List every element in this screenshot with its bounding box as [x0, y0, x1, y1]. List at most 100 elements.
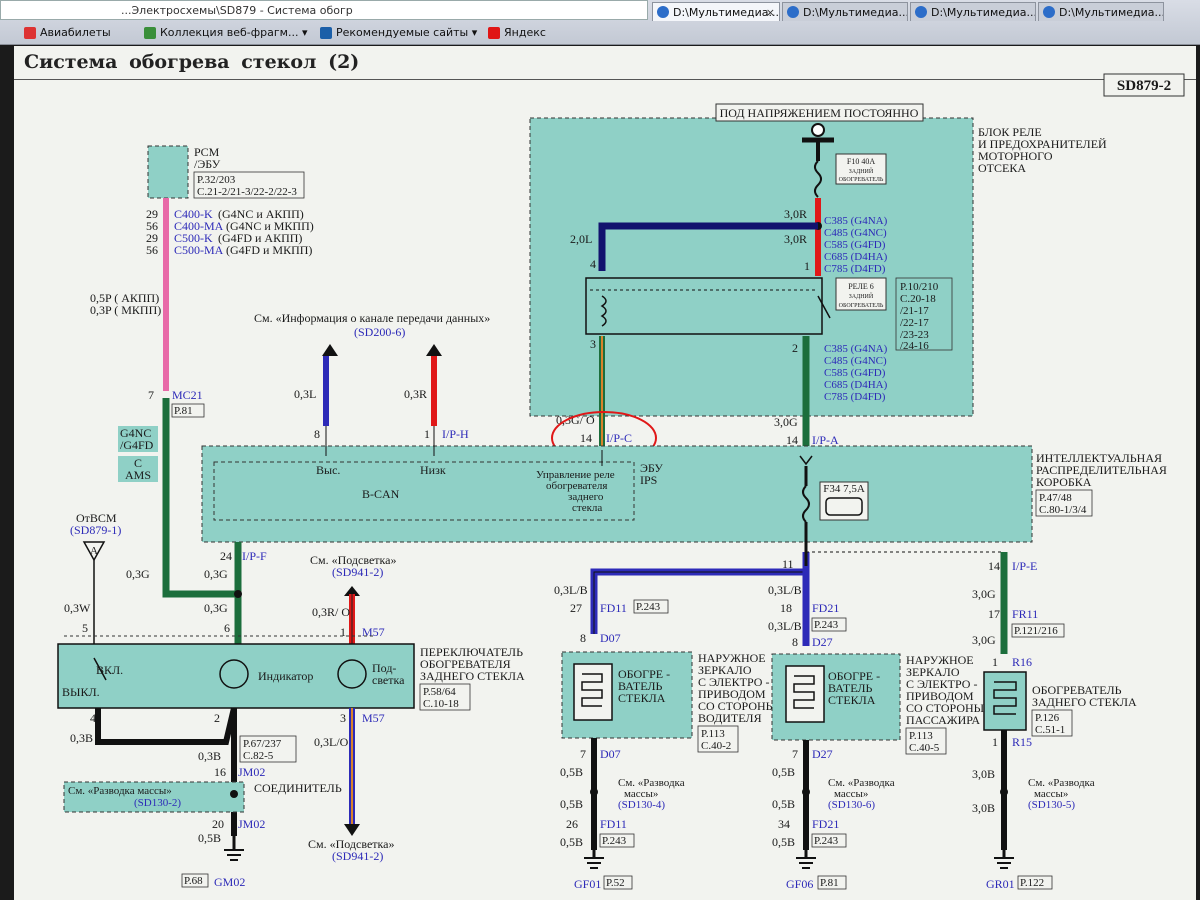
tab-3[interactable]: D:\Мультимедиа...	[910, 2, 1036, 21]
conn-top-2: C485 (G4NC)	[824, 227, 887, 239]
pass-d27: D27	[812, 635, 833, 649]
driver-ref-1: P.243	[636, 601, 661, 613]
gm02-label: GM02	[214, 875, 245, 889]
close-icon[interactable]: ×	[766, 3, 775, 21]
favorite-recommended[interactable]: Рекомендуемые сайты ▾	[318, 22, 477, 44]
relay-pin-1: 1	[804, 259, 810, 273]
pcm-label-2: /ЭБУ	[194, 157, 221, 171]
relay-block-area	[529, 117, 974, 417]
ground-gr01-icon	[994, 857, 1014, 869]
favorite-aviabilety[interactable]: Авиабилеты	[22, 22, 111, 44]
relay-block-title-4: ОТСЕКА	[978, 161, 1026, 175]
pcm-module	[147, 145, 189, 199]
browser-chrome: ...Электросхемы\SD879 - Система обогр D:…	[0, 0, 1200, 45]
rear-r16: R16	[1012, 655, 1032, 669]
pass-pin-7: 7	[792, 747, 798, 761]
can-pin-1: 1	[424, 427, 430, 441]
driver-ref-2: P.243	[602, 835, 627, 847]
favorite-label: Рекомендуемые сайты	[336, 26, 469, 39]
ie-icon	[787, 6, 799, 18]
jm02-ref-2: C.82-5	[243, 750, 274, 762]
tab-4[interactable]: D:\Мультимедиа...	[1038, 2, 1164, 21]
ground-gm02-icon	[224, 849, 244, 861]
pass-heater-3: СТЕКЛА	[828, 693, 876, 707]
driver-d07: D07	[600, 631, 621, 645]
switch-backlight-2: светка	[372, 673, 405, 687]
pass-fd21b: FD21	[812, 817, 839, 831]
tab-1[interactable]: D:\Мультимедиа... ×	[652, 2, 780, 21]
rear-ip-e: I/P-E	[1012, 559, 1037, 573]
jm02-ground-see: См. «Разводка массы»	[68, 785, 172, 797]
jm02-pin-16: 16	[214, 765, 226, 779]
variant-4: AMS	[125, 468, 151, 482]
tab-label: D:\Мультимедиа...	[803, 6, 908, 19]
wire-0-3g-o-label: 0,3G/ O	[556, 413, 595, 427]
pass-ref-b: C.40-5	[909, 742, 940, 754]
switch-pin-6: 6	[224, 621, 230, 635]
plane-icon	[24, 27, 36, 39]
rear-pin-1: 1	[992, 655, 998, 669]
backlight-top-conn: M57	[362, 625, 385, 639]
tab-label: D:\Мультимедиа...	[673, 6, 780, 19]
favorite-yandex[interactable]: Яндекс	[486, 22, 546, 44]
pass-wire-05c: 0,5B	[772, 835, 795, 849]
address-bar[interactable]: ...Электросхемы\SD879 - Система обогр	[0, 0, 648, 20]
driver-wire-05b: 0,5B	[560, 797, 583, 811]
driver-wire-1: 0,3L/B	[554, 583, 588, 597]
ecu-pin-14b: 14	[786, 433, 798, 447]
jm02-conn-20: JM02	[238, 817, 265, 831]
ecu-control-4: стекла	[572, 502, 602, 514]
relay-6-label: РЕЛЕ 6	[848, 282, 874, 291]
backlight-top-ref: (SD941-2)	[332, 565, 383, 579]
pass-ref-a: P.113	[909, 730, 933, 742]
schematic-page: Система обогрева стекол (2) SD879-2 ПОД …	[14, 46, 1196, 900]
variant-2: /G4FD	[120, 438, 154, 452]
can-wire-l: 0,3L	[294, 387, 316, 401]
bcm-pin: 5	[82, 621, 88, 635]
favorite-web-slices[interactable]: Коллекция веб-фрагм... ▾	[142, 22, 308, 44]
driver-d07b: D07	[600, 747, 621, 761]
pcm-conn-4: C500-MA	[174, 243, 224, 257]
wire-2-0l-label: 2,0L	[570, 232, 592, 246]
rear-title-2: ЗАДНЕГО СТЕКЛА	[1032, 695, 1137, 709]
pass-fd21: FD21	[812, 601, 839, 615]
switch-indicator: Индикатор	[258, 669, 313, 683]
jm02-joint-label: СОЕДИНИТЕЛЬ	[254, 781, 342, 795]
jm02-pin-20: 20	[212, 817, 224, 831]
pass-wire-2: 0,3L/B	[768, 619, 802, 633]
conn-top-1: C385 (G4NA)	[824, 215, 888, 227]
rear-ground-ref: (SD130-5)	[1028, 799, 1075, 811]
relay-ref-2: C.20-18	[900, 293, 936, 305]
fuse-f34-label: F34 7,5A	[823, 483, 865, 495]
pass-pin-18: 18	[780, 601, 792, 615]
favorite-label: Коллекция веб-фрагм...	[160, 26, 299, 39]
gf06-label: GF06	[786, 877, 813, 891]
constant-power-label: ПОД НАПРЯЖЕНИЕМ ПОСТОЯННО	[720, 106, 919, 120]
gf06-ref: P.81	[820, 877, 839, 889]
pass-ref-1: P.243	[814, 619, 839, 631]
conn-top-5: C785 (D4FD)	[824, 263, 886, 275]
rear-ref-1: P.121/216	[1014, 625, 1058, 637]
bcm-letter: A	[90, 545, 98, 557]
switch-ref-1: P.58/64	[423, 686, 456, 698]
pass-pin-11: 11	[782, 557, 794, 571]
tab-2[interactable]: D:\Мультимедиа...	[782, 2, 908, 21]
switch-wire-b: 0,3G	[126, 567, 150, 581]
can-low-label: Низк	[420, 463, 446, 477]
conn-ip-f: I/P-F	[242, 549, 267, 563]
driver-wire-05c: 0,5B	[560, 835, 583, 849]
address-text: ...Электросхемы\SD879 - Система обогр	[121, 4, 353, 17]
jm02-ground-ref: (SD130-2)	[134, 797, 181, 809]
tab-label: D:\Мультимедиа...	[1059, 6, 1164, 19]
switch-pin-24: 24	[220, 549, 232, 563]
pcm-pin-4: 56	[146, 243, 158, 257]
gm02-ref: P.68	[184, 875, 203, 887]
driver-title-6: ВОДИТЕЛЯ	[698, 711, 762, 725]
favorite-label: Авиабилеты	[40, 26, 111, 39]
wiring-diagram: SD879-2 ПОД НАПРЯЖЕНИЕМ ПОСТОЯННО БЛОК Р…	[57, 73, 1185, 891]
ie-icon	[1043, 6, 1055, 18]
driver-pin-7: 7	[580, 747, 586, 761]
pass-ref-2: P.243	[814, 835, 839, 847]
can-high-label: Выс.	[316, 463, 340, 477]
relay-6	[585, 277, 823, 335]
